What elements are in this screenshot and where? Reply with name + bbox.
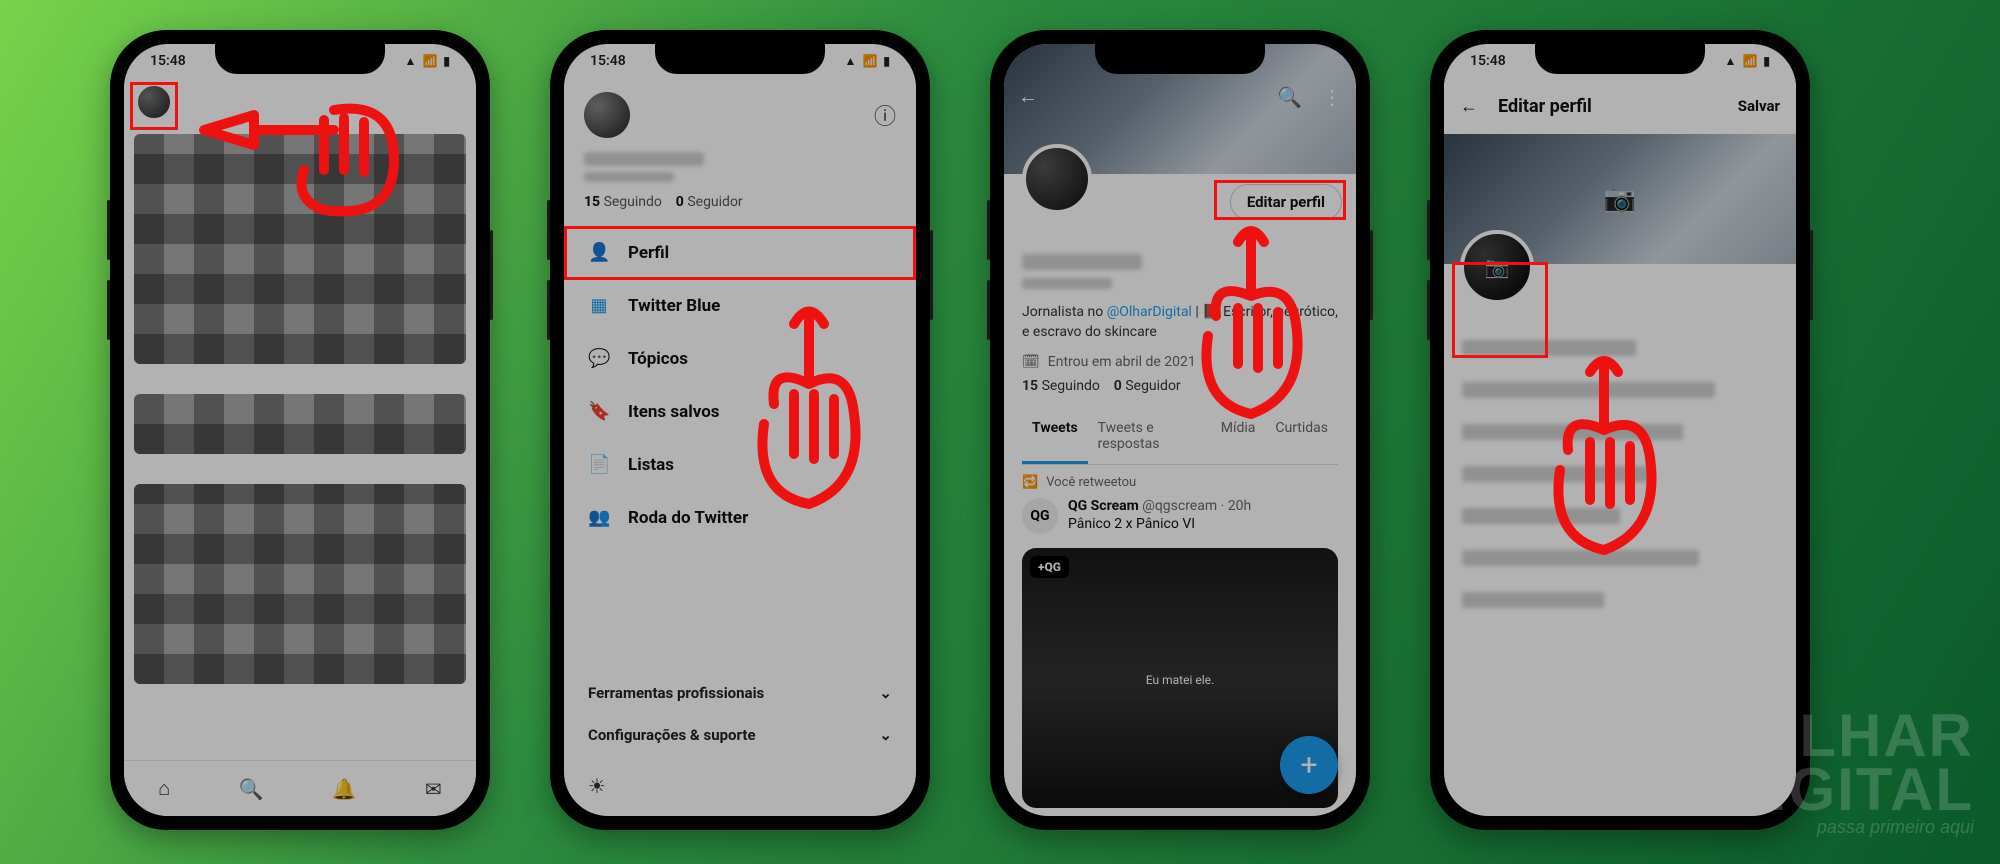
retweet-label: Você retweetou (1046, 475, 1136, 490)
menu-item-roda[interactable]: 👥 Roda do Twitter (564, 491, 916, 544)
display-name-blur (1022, 254, 1142, 270)
menu-label: Roda do Twitter (628, 508, 748, 528)
more-icon[interactable]: ⋮ (1322, 85, 1342, 109)
tab-tweets[interactable]: Tweets (1022, 408, 1088, 464)
clock: 15:48 (150, 53, 186, 69)
tweet-avatar: QG (1022, 498, 1058, 534)
messages-icon[interactable]: ✉ (425, 777, 442, 801)
nav-avatar[interactable] (136, 84, 172, 120)
menu-label: Perfil (628, 243, 669, 263)
status-icons: ▲ 📶 ▮ (845, 54, 890, 68)
phone-notch (215, 44, 385, 74)
menu-item-listas[interactable]: 📄 Listas (564, 438, 916, 491)
menu-label: Tópicos (628, 349, 688, 369)
bottom-nav: ⌂ 🔍 🔔 ✉ (124, 760, 476, 816)
back-icon[interactable]: ← (1018, 84, 1038, 109)
tab-replies[interactable]: Tweets e respostas (1088, 408, 1211, 464)
menu-item-twitter-blue[interactable]: ▦ Twitter Blue (564, 279, 916, 332)
home-icon[interactable]: ⌂ (158, 776, 170, 801)
drawer-config[interactable]: Configurações & suporte ⌄ (588, 714, 892, 756)
search-icon[interactable]: 🔍 (1277, 85, 1302, 109)
profile-avatar[interactable] (1022, 144, 1092, 214)
page-title: Editar perfil (1498, 96, 1592, 117)
menu-label: Listas (628, 455, 674, 475)
screen-profile: ← 🔍 ⋮ Editar perfil Jornalista no @Olhar… (1004, 44, 1356, 816)
field-blur[interactable] (1462, 592, 1604, 608)
chevron-down-icon: ⌄ (879, 684, 892, 702)
clock: 15:48 (1470, 53, 1506, 69)
status-icons: ▲ 📶 ▮ (405, 54, 450, 68)
field-blur[interactable] (1462, 508, 1620, 524)
phone-notch (1535, 44, 1705, 74)
profile-tabs: Tweets Tweets e respostas Mídia Curtidas (1022, 408, 1338, 465)
battery-icon: ▮ (883, 54, 890, 68)
compose-fab[interactable]: + (1280, 736, 1338, 794)
retweet-icon: 🔁 (1022, 475, 1038, 490)
edit-profile-button[interactable]: Editar perfil (1230, 184, 1342, 220)
watermark: LHAR DIGITAL passa primeiro aqui (1724, 709, 1974, 838)
wifi-icon: 📶 (422, 54, 437, 68)
bookmark-icon: 🔖 (588, 401, 610, 422)
menu-item-itens-salvos[interactable]: 🔖 Itens salvos (564, 385, 916, 438)
cell-icon: ▲ (845, 54, 857, 68)
cell-icon: ▲ (405, 54, 417, 68)
follow-stats[interactable]: 15 Seguindo 0 Seguidor (564, 188, 916, 226)
notifications-icon[interactable]: 🔔 (332, 777, 357, 801)
phone-step-1: 15:48 ▲ 📶 ▮ ⌂ 🔍 🔔 ✉ (110, 30, 490, 830)
phone-notch (1095, 44, 1265, 74)
clock: 15:48 (590, 53, 626, 69)
screen-home-feed: 15:48 ▲ 📶 ▮ ⌂ 🔍 🔔 ✉ (124, 44, 476, 816)
field-blur[interactable] (1462, 424, 1683, 440)
back-icon[interactable]: ← (1460, 96, 1478, 117)
menu-item-perfil[interactable]: 👤 Perfil (564, 226, 916, 279)
theme-toggle-icon[interactable]: ☀ (588, 774, 606, 798)
edit-avatar[interactable]: 📷 (1460, 230, 1534, 304)
battery-icon: ▮ (1763, 54, 1770, 68)
battery-icon: ▮ (443, 54, 450, 68)
field-blur[interactable] (1462, 550, 1699, 566)
lists-icon: 📄 (588, 454, 610, 475)
menu-label: Twitter Blue (628, 296, 720, 316)
person-icon: 👤 (588, 242, 610, 263)
screen-drawer: 15:48 ▲ 📶 ▮ ⓘ 15 Seguindo 0 Seguidor (564, 44, 916, 816)
feed-post[interactable] (134, 394, 466, 454)
field-blur[interactable] (1462, 382, 1715, 398)
tweet-row[interactable]: QG QG Scream @qgscream · 20h Pânico 2 x … (1004, 494, 1356, 540)
display-name-blur (584, 152, 704, 166)
drawer-pro-tools[interactable]: Ferramentas profissionais ⌄ (588, 672, 892, 714)
tab-media[interactable]: Mídia (1211, 408, 1266, 464)
search-icon[interactable]: 🔍 (239, 777, 264, 801)
save-button[interactable]: Salvar (1738, 97, 1780, 115)
screen-edit-profile: 15:48 ▲ 📶 ▮ ← Editar perfil Salvar 📷 📷 (1444, 44, 1796, 816)
chevron-down-icon: ⌄ (879, 726, 892, 744)
menu-item-topicos[interactable]: 💬 Tópicos (564, 332, 916, 385)
feed-post[interactable] (134, 484, 466, 684)
phone-step-2: 15:48 ▲ 📶 ▮ ⓘ 15 Seguindo 0 Seguidor (550, 30, 930, 830)
wifi-icon: 📶 (862, 54, 877, 68)
twitter-blue-icon: ▦ (588, 295, 610, 316)
drawer-avatar[interactable] (584, 92, 630, 138)
phone-step-3: ← 🔍 ⋮ Editar perfil Jornalista no @Olhar… (990, 30, 1370, 830)
field-blur[interactable] (1462, 340, 1636, 356)
joined-label: Entrou em abril de 2021 (1048, 354, 1196, 370)
calendar-icon: 🗓 (1022, 354, 1040, 370)
topics-icon: 💬 (588, 348, 610, 369)
camera-icon: 📷 (1485, 255, 1510, 279)
wifi-icon: 📶 (1742, 54, 1757, 68)
phone-notch (655, 44, 825, 74)
tab-likes[interactable]: Curtidas (1265, 408, 1338, 464)
feed-post[interactable] (134, 134, 466, 364)
field-blur[interactable] (1462, 466, 1652, 482)
cell-icon: ▲ (1725, 54, 1737, 68)
handle-blur (584, 172, 674, 182)
profile-bio: Jornalista no @OlharDigital | 📕 Escritor… (1022, 303, 1338, 342)
menu-label: Itens salvos (628, 402, 720, 422)
handle-blur (1022, 278, 1112, 289)
camera-icon: 📷 (1604, 184, 1636, 214)
circle-icon: 👥 (588, 507, 610, 528)
status-icons: ▲ 📶 ▮ (1725, 54, 1770, 68)
accounts-icon[interactable]: ⓘ (874, 99, 896, 131)
